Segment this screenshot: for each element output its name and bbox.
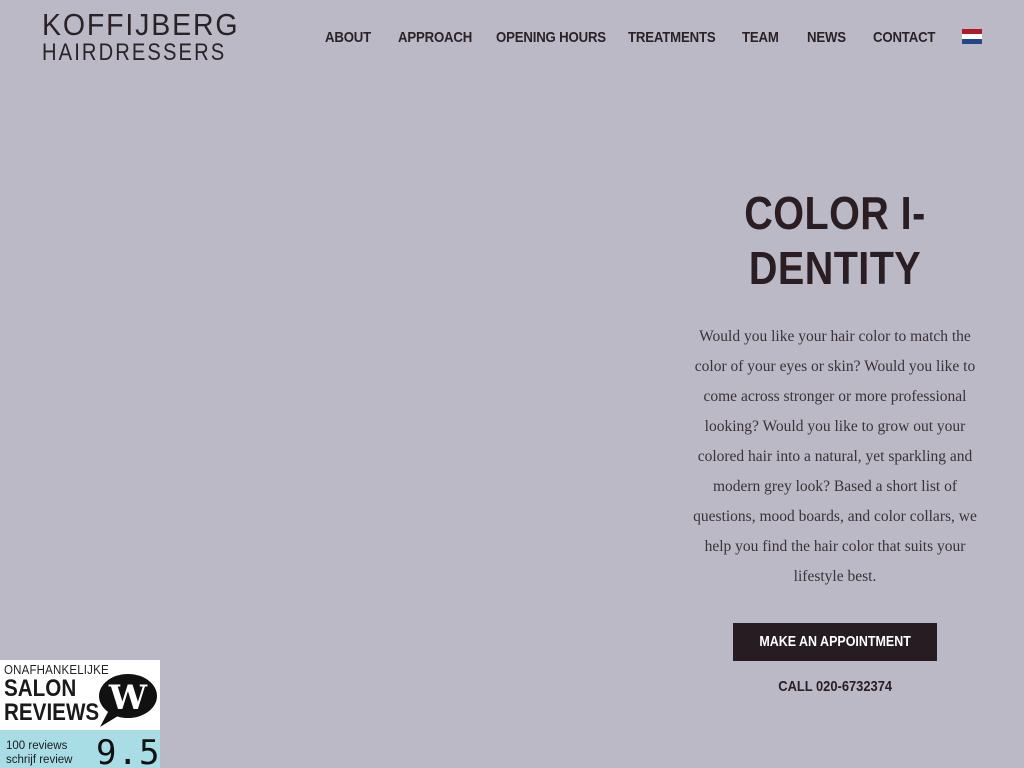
netherlands-flag-icon[interactable] — [962, 29, 982, 44]
call-phone-link[interactable]: CALL 020-6732374 — [680, 678, 990, 695]
nav-news[interactable]: News — [807, 29, 846, 46]
call-phone-label: CALL 020-6732374 — [778, 678, 892, 695]
hero-description: Would you like your hair color to match … — [693, 328, 977, 585]
nav-contact[interactable]: Contact — [873, 29, 935, 46]
make-appointment-button[interactable]: MAKE AN APPOINTMENT — [733, 623, 937, 661]
nav-opening-hours[interactable]: Opening hours — [496, 29, 606, 46]
flag-stripe-blue — [962, 39, 982, 44]
speech-bubble-logo-icon: W — [99, 674, 157, 727]
site-logo[interactable]: KOFFIJBERG HAIRDRESSERS — [42, 7, 240, 67]
title-line-2: DENTITY — [748, 242, 922, 294]
widget-footer: 100 reviews schrijf review 9.5 — [0, 730, 160, 768]
widget-header: ONAFHANKELIJKE SALON REVIEWS W — [0, 660, 160, 730]
nav-treatments[interactable]: Treatments — [628, 29, 716, 46]
nav-team[interactable]: Team — [742, 29, 779, 46]
title-line-1: COLOR I- — [744, 187, 926, 239]
review-score: 9.5 — [96, 733, 160, 768]
nav-about[interactable]: About — [325, 29, 371, 46]
logo-line-2: HAIRDRESSERS — [42, 39, 227, 66]
nav-approach[interactable]: Approach — [398, 29, 472, 46]
page-title: COLOR I- DENTITY — [702, 186, 969, 296]
make-appointment-label: MAKE AN APPOINTMENT — [759, 634, 911, 650]
hero-content: COLOR I- DENTITY Would you like your hai… — [680, 186, 990, 695]
widget-logo-letter: W — [108, 678, 148, 718]
salon-reviews-widget[interactable]: ONAFHANKELIJKE SALON REVIEWS W 100 revie… — [0, 660, 160, 768]
logo-line-1: KOFFIJBERG — [42, 7, 240, 42]
